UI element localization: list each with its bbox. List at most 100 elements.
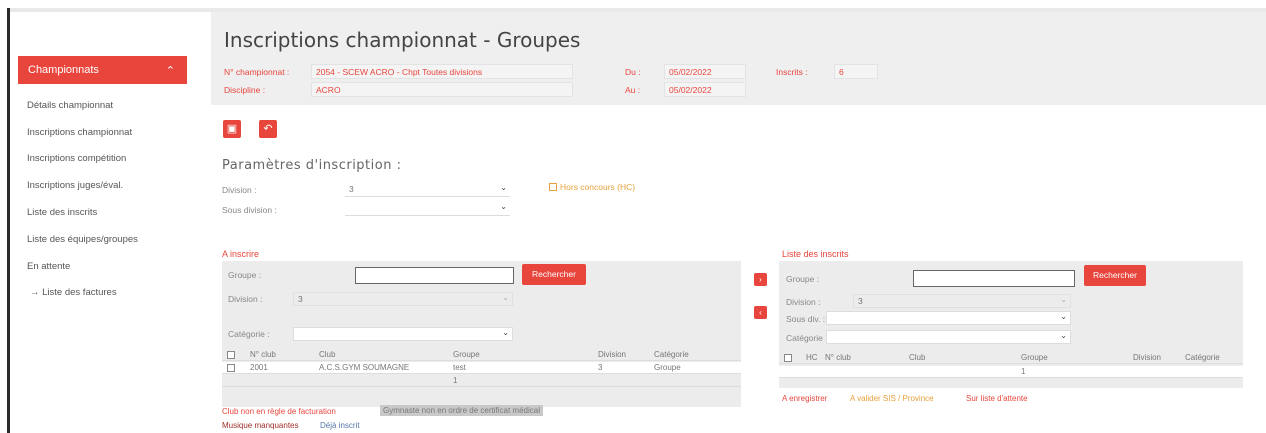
division-label: Division : [222, 185, 257, 195]
legend-liste-attente: Sur liste d'attente [966, 394, 1028, 403]
sidebar-item-inscriptions-juges[interactable]: Inscriptions juges/éval. [27, 180, 123, 191]
legend-deja-inscrit: Déjà inscrit [320, 421, 360, 430]
sidebar-item-inscriptions-competition[interactable]: Inscriptions compétition [27, 153, 126, 164]
table-footer-row: 1 [779, 366, 1243, 378]
legend-a-valider: A valider SIS / Province [850, 394, 934, 403]
col-club: Club [909, 353, 926, 362]
select-all-checkbox[interactable] [227, 350, 235, 359]
sidebar-header-label: Championnats [28, 64, 99, 76]
left-groupe-label: Groupe : [228, 270, 262, 280]
col-club: Club [319, 350, 336, 359]
chevron-down-icon: ⌄ [1060, 312, 1067, 321]
left-division-select[interactable]: 3 ⌄ [293, 292, 513, 306]
add-to-inscrits-button[interactable]: › [754, 273, 767, 286]
championnat-number-label: N° championnat : [224, 67, 290, 77]
sous-division-select[interactable]: ⌄ [345, 202, 510, 216]
sidebar-header-championnats[interactable]: Championnats ⌃ [18, 56, 187, 84]
division-select-value: 3 [349, 184, 354, 194]
save-button[interactable]: ▣ [223, 120, 241, 138]
liste-inscrits-table: HC N° club Club Groupe Division Catégori… [779, 352, 1243, 388]
table-header-row: HC N° club Club Groupe Division Catégori… [779, 352, 1243, 364]
page-title: Inscriptions championnat - Groupes [224, 28, 581, 52]
left-division-label: Division : [228, 294, 263, 304]
division-select[interactable]: 3 ⌄ [345, 183, 510, 197]
sidebar-item-liste-inscrits[interactable]: Liste des inscrits [27, 207, 97, 218]
sidebar-item-liste-equipes[interactable]: Liste des équipes/groupes [27, 234, 138, 245]
sidebar-item-details[interactable]: Détails championnat [27, 100, 113, 111]
chevron-down-icon: ⌄ [500, 202, 507, 211]
params-title: Paramètres d'inscription : [222, 158, 402, 173]
chevron-up-icon[interactable]: ⌃ [166, 64, 175, 77]
left-groupe-input[interactable] [355, 267, 514, 284]
table-footer-count: 1 [453, 376, 458, 385]
select-all-checkbox[interactable] [784, 353, 792, 362]
chevron-down-icon: ⌄ [502, 293, 509, 302]
inscrits-value: 6 [834, 64, 878, 79]
right-search-button[interactable]: Rechercher [1084, 265, 1146, 286]
hors-concours-checkbox[interactable]: Hors concours (HC) [549, 182, 635, 192]
discipline-label: Discipline : [224, 85, 266, 95]
discipline-value: ACRO [311, 82, 573, 97]
inscrits-label: Inscrits : [776, 67, 808, 77]
a-inscrire-title: A inscrire [222, 249, 260, 259]
table-footer-row: 1 [222, 375, 741, 387]
arrow-right-icon: › [759, 275, 762, 284]
row-club: A.C.S.GYM SOUMAGNE [319, 363, 410, 372]
right-division-select[interactable]: 3 ⌄ [853, 294, 1071, 308]
left-search-button[interactable]: Rechercher [522, 264, 586, 285]
championnat-number-value: 2054 - SCEW ACRO - Chpt Toutes divisions [311, 64, 573, 79]
right-sous-div-label: Sous div. : [786, 314, 826, 324]
chevron-down-icon: ⌄ [1060, 295, 1067, 304]
sidebar-item-factures[interactable]: → Liste des factures [30, 287, 117, 298]
left-division-value: 3 [298, 294, 303, 304]
col-categorie: Catégorie [1185, 353, 1220, 362]
back-button[interactable]: ↶ [259, 120, 277, 138]
col-hc: HC [806, 353, 818, 362]
au-value: 05/02/2022 [664, 82, 746, 97]
chevron-down-icon: ⌄ [500, 183, 507, 192]
au-label: Au : [625, 85, 641, 95]
legend-musique: Musique manquantes [222, 421, 299, 430]
right-sous-div-select[interactable]: ⌄ [826, 311, 1071, 325]
left-categorie-select[interactable]: ⌄ [293, 327, 513, 341]
right-division-label: Division : [786, 297, 821, 307]
col-groupe: Groupe [453, 350, 480, 359]
du-value: 05/02/2022 [664, 64, 746, 79]
sidebar-item-en-attente[interactable]: En attente [27, 261, 70, 272]
sidebar-item-inscriptions-championnat[interactable]: Inscriptions championnat [27, 127, 132, 138]
a-inscrire-table: N° club Club Groupe Division Catégorie 2… [222, 349, 741, 399]
left-categorie-label: Catégorie : [228, 329, 270, 339]
col-division: Division [598, 350, 627, 359]
right-categorie-select[interactable]: ⌄ [826, 330, 1071, 344]
back-icon: ↶ [263, 123, 273, 135]
col-division: Division [1133, 353, 1162, 362]
right-groupe-label: Groupe : [786, 274, 820, 284]
table-row[interactable]: 2001 A.C.S.GYM SOUMAGNE test 3 Groupe [222, 362, 741, 374]
col-groupe: Groupe [1021, 353, 1048, 362]
right-division-value: 3 [858, 296, 863, 306]
col-categorie: Catégorie [654, 350, 689, 359]
chevron-down-icon: ⌄ [502, 328, 509, 337]
row-division: 3 [598, 363, 603, 372]
chevron-down-icon: ⌄ [1060, 331, 1067, 340]
row-categorie: Groupe [654, 363, 681, 372]
legend-a-enregistrer: A enregistrer [782, 394, 828, 403]
save-icon: ▣ [226, 123, 238, 135]
col-num-club: N° club [825, 353, 851, 362]
liste-inscrits-title: Liste des inscrits [782, 249, 849, 259]
right-groupe-input[interactable] [913, 270, 1075, 287]
legend-certificat: Gymnaste non en ordre de certificat médi… [380, 405, 543, 416]
right-categorie-label: Catégorie : [786, 333, 828, 343]
sous-division-label: Sous division : [222, 205, 277, 215]
table-header-row: N° club Club Groupe Division Catégorie [222, 349, 741, 361]
hors-concours-box[interactable] [549, 183, 557, 191]
table-footer-count: 1 [1021, 367, 1026, 376]
row-checkbox[interactable] [227, 363, 235, 372]
row-groupe: test [453, 363, 466, 372]
du-label: Du : [625, 67, 641, 77]
hors-concours-label: Hors concours (HC) [560, 182, 636, 192]
arrow-left-icon: ‹ [759, 308, 762, 317]
remove-from-inscrits-button[interactable]: ‹ [754, 306, 767, 319]
legend-club-non-regle: Club non en règle de facturation [222, 407, 336, 416]
row-num-club: 2001 [250, 363, 268, 372]
